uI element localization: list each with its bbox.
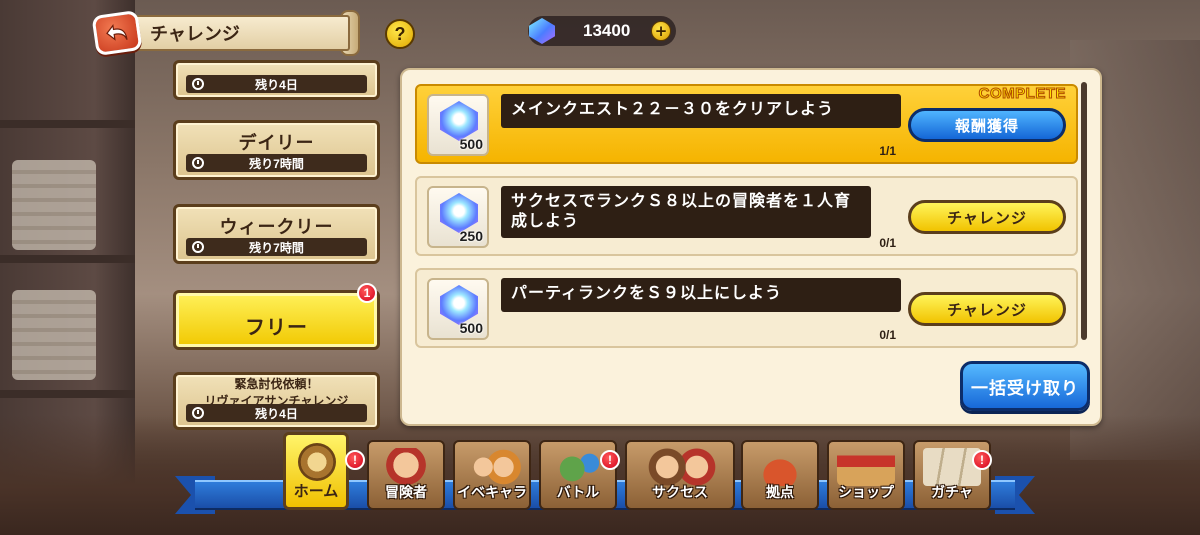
badge-count: 1: [363, 286, 371, 300]
reward-box: 250: [427, 186, 489, 248]
nav-home[interactable]: ホーム: [283, 432, 349, 510]
tab-timer-text: 残り7時間: [249, 156, 304, 171]
help-icon: ?: [394, 23, 406, 44]
reward-box: 500: [427, 94, 489, 156]
notification-badge: !: [345, 450, 365, 470]
nav-base[interactable]: 拠点: [741, 440, 819, 510]
tab-daily[interactable]: デイリー 残り7時間: [173, 120, 380, 180]
buy-gems-button[interactable]: +: [651, 21, 671, 41]
nav-success[interactable]: サクセス: [625, 440, 735, 510]
challenge-button[interactable]: チャレンジ: [908, 200, 1066, 234]
gem-icon: [440, 193, 478, 233]
tab-timer: 残り7時間: [186, 238, 367, 256]
tab-label: デイリー: [238, 133, 315, 153]
notification-badge: !: [972, 450, 992, 470]
nav-label: バトル: [556, 484, 600, 500]
gem-currency: 13400 +: [528, 16, 676, 46]
event-title-line1: 緊急討伐依頼！: [234, 377, 319, 391]
tab-timer: 残り4日: [186, 75, 367, 93]
gem-icon: [440, 285, 478, 325]
mission-row: 500 パーティランクをＳ９以上にしよう 0/1 チャレンジ: [415, 268, 1078, 348]
nav-shop[interactable]: ショップ: [827, 440, 905, 510]
complete-label: COMPLETE: [978, 85, 1066, 103]
nav-event-characters[interactable]: イベキャラ: [453, 440, 531, 510]
clock-icon: [192, 78, 204, 90]
help-button[interactable]: ?: [385, 19, 415, 49]
challenge-button[interactable]: チャレンジ: [908, 292, 1066, 326]
clock-icon: [192, 157, 204, 169]
nav-label: 冒険者: [385, 484, 427, 500]
event-characters-icon: [463, 448, 521, 486]
mission-progress: 0/1: [879, 236, 896, 250]
badge-text: !: [980, 453, 984, 467]
tab-timer-text: 残り4日: [255, 77, 298, 92]
nav-label: ガチャ: [931, 484, 973, 500]
page-title-text: チャレンジ: [150, 24, 240, 44]
adventurer-icon: [377, 448, 435, 486]
nav-label: ショップ: [838, 484, 894, 500]
tab-timer: 残り7時間: [186, 154, 367, 172]
mission-row: COMPLETE 500 メインクエスト２２－３０をクリアしよう 1/1 報酬獲…: [415, 84, 1078, 164]
reward-amount: 500: [459, 320, 483, 336]
reward-amount: 250: [459, 228, 483, 244]
badge-text: !: [608, 453, 612, 467]
reward-box: 500: [427, 278, 489, 340]
plus-icon: +: [654, 22, 668, 40]
bulk-claim-button[interactable]: 一括受け取り: [960, 361, 1090, 411]
gem-count: 13400: [583, 21, 631, 40]
tab-timer-text: 残り4日: [255, 406, 298, 421]
mission-description: パーティランクをＳ９以上にしよう: [501, 278, 901, 312]
mission-scrollbar[interactable]: [1081, 82, 1087, 340]
gacha-cards-icon: [923, 448, 981, 486]
tab-timer: 残り4日: [186, 404, 367, 422]
gem-icon: [440, 101, 478, 141]
notification-badge: !: [600, 450, 620, 470]
nav-label: ホーム: [293, 483, 339, 500]
gem-icon: [529, 18, 555, 44]
tab-timer-text: 残り7時間: [249, 240, 304, 255]
back-button[interactable]: [91, 9, 143, 57]
nav-label: イベキャラ: [457, 484, 527, 500]
castle-icon: [751, 448, 809, 486]
nav-label: 拠点: [766, 484, 794, 500]
back-arrow-icon: [106, 23, 128, 41]
tab-event-leviathan[interactable]: 緊急討伐依頼！ リヴァイアサンチャレンジ 残り4日: [173, 372, 380, 430]
tab-free[interactable]: フリー: [173, 290, 380, 350]
mission-progress: 1/1: [879, 144, 896, 158]
success-icon: [645, 448, 719, 486]
page-title: チャレンジ: [130, 15, 350, 51]
tab-partial-top[interactable]: 残り4日: [173, 60, 380, 100]
tab-label: ウィークリー: [219, 217, 334, 237]
clock-icon: [192, 241, 204, 253]
mission-description: サクセスでランクＳ８以上の冒険者を１人育成しよう: [501, 186, 871, 238]
mission-description: メインクエスト２２－３０をクリアしよう: [501, 94, 901, 128]
shop-icon: [837, 448, 895, 486]
badge-text: !: [353, 453, 357, 467]
battle-icon: [549, 448, 607, 486]
mission-row: 250 サクセスでランクＳ８以上の冒険者を１人育成しよう 0/1 チャレンジ: [415, 176, 1078, 256]
reward-amount: 500: [459, 136, 483, 152]
tab-label: フリー: [245, 317, 308, 339]
nav-label: サクセス: [652, 484, 708, 500]
mission-progress: 0/1: [879, 328, 896, 342]
claim-reward-button[interactable]: 報酬獲得: [908, 108, 1066, 142]
notification-badge: 1: [357, 283, 377, 303]
compass-icon: [298, 443, 336, 481]
clock-icon: [192, 407, 204, 419]
tab-weekly[interactable]: ウィークリー 残り7時間: [173, 204, 380, 264]
nav-adventurers[interactable]: 冒険者: [367, 440, 445, 510]
